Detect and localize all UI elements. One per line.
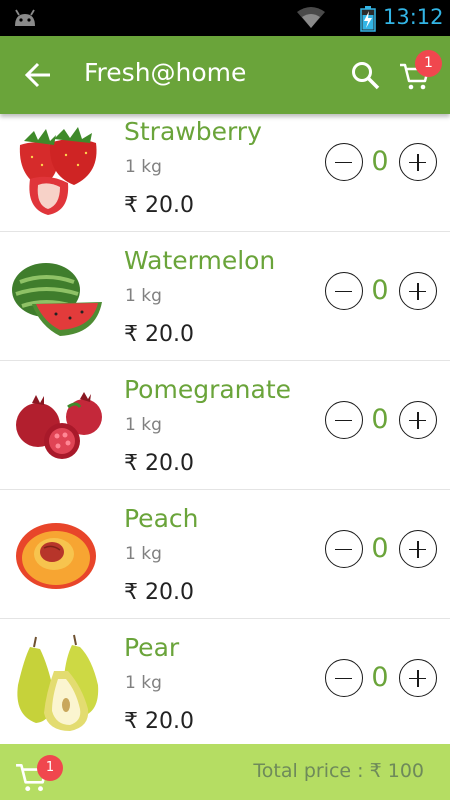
status-time: 13:12 [383, 5, 444, 29]
product-price: ₹ 20.0 [124, 709, 194, 734]
product-row: Pear 1 kg ₹ 20.0 0 [0, 619, 450, 744]
product-name: Watermelon [124, 246, 276, 275]
decrease-quantity-button[interactable] [325, 401, 363, 439]
product-name: Peach [124, 504, 199, 533]
product-price: ₹ 20.0 [124, 451, 194, 476]
decrease-quantity-button[interactable] [325, 530, 363, 568]
app-bar: Fresh@home 1 [0, 36, 450, 114]
footer-cart-count-badge: 1 [37, 755, 63, 781]
decrease-quantity-button[interactable] [325, 659, 363, 697]
status-bar: 13:12 [0, 0, 450, 36]
product-quantity: 1 kg [125, 673, 162, 693]
pomegranate-image [16, 392, 102, 459]
item-count: 0 [371, 662, 389, 693]
product-row: Peach 1 kg ₹ 20.0 0 [0, 490, 450, 619]
increase-quantity-button[interactable] [399, 530, 437, 568]
decrease-quantity-button[interactable] [325, 272, 363, 310]
increase-quantity-button[interactable] [399, 659, 437, 697]
cart-footer[interactable]: 1 Total price : ₹ 100 [0, 744, 450, 800]
product-quantity: 1 kg [125, 415, 162, 435]
product-list: Strawberry 1 kg ₹ 20.0 0 Watermelon 1 kg… [0, 114, 450, 744]
product-name: Strawberry [124, 117, 262, 146]
android-icon [15, 9, 35, 26]
battery-charging-icon [360, 6, 376, 32]
increase-quantity-button[interactable] [399, 401, 437, 439]
total-price: Total price : ₹ 100 [253, 760, 424, 782]
product-quantity: 1 kg [125, 157, 162, 177]
product-row: Strawberry 1 kg ₹ 20.0 0 [0, 114, 450, 232]
peach-image [16, 523, 96, 589]
product-price: ₹ 20.0 [124, 580, 194, 605]
product-quantity: 1 kg [125, 544, 162, 564]
product-row: Watermelon 1 kg ₹ 20.0 0 [0, 232, 450, 361]
product-row: Pomegranate 1 kg ₹ 20.0 0 [0, 361, 450, 490]
product-price: ₹ 20.0 [124, 322, 194, 347]
product-price: ₹ 20.0 [124, 193, 194, 218]
item-count: 0 [371, 275, 389, 306]
watermelon-image [12, 263, 102, 336]
wifi-icon [297, 7, 325, 28]
decrease-quantity-button[interactable] [325, 143, 363, 181]
product-name: Pear [124, 633, 180, 662]
app-title: Fresh@home [84, 58, 247, 87]
search-icon[interactable] [350, 60, 382, 92]
increase-quantity-button[interactable] [399, 272, 437, 310]
item-count: 0 [371, 533, 389, 564]
pear-image [17, 634, 99, 731]
increase-quantity-button[interactable] [399, 143, 437, 181]
back-arrow-icon[interactable] [24, 60, 54, 90]
item-count: 0 [371, 404, 389, 435]
product-name: Pomegranate [124, 375, 292, 404]
cart-count-badge: 1 [415, 50, 442, 77]
item-count: 0 [371, 146, 389, 177]
strawberry-image [19, 127, 97, 215]
product-quantity: 1 kg [125, 286, 162, 306]
